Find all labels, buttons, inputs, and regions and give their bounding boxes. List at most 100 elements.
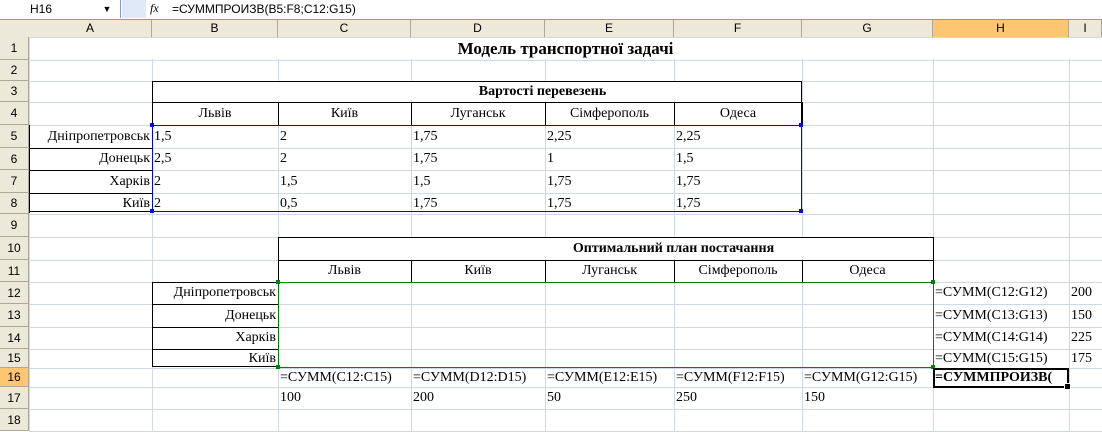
row-header-6[interactable]: 6 (0, 148, 29, 170)
plan-header[interactable]: Київ (411, 260, 545, 282)
column-header-C[interactable]: C (278, 20, 411, 37)
name-box[interactable]: H16 ▼ (0, 0, 121, 18)
cell-border (29, 148, 152, 149)
costs-row-label[interactable]: Харків (29, 170, 152, 193)
plan-row-label[interactable]: Донецьк (152, 304, 278, 327)
range-handle[interactable] (150, 123, 154, 127)
costs-row-label[interactable]: Дніпропетровськ (29, 125, 152, 148)
plan-row-label[interactable]: Харків (152, 327, 278, 349)
cell-border (152, 282, 278, 283)
column-header-H[interactable]: H (933, 20, 1069, 37)
costs-value[interactable]: 1,75 (411, 148, 545, 170)
plan-col-sum[interactable]: =СУММ(E12:E15) (545, 368, 674, 387)
costs-value[interactable]: 1,5 (278, 170, 411, 193)
row-header-2[interactable]: 2 (0, 60, 29, 81)
plan-row-sum[interactable]: =СУММ(C12:G12) (933, 282, 1069, 304)
range-handle[interactable] (276, 280, 280, 284)
costs-header[interactable]: Луганськ (411, 102, 545, 125)
sheet-title[interactable]: Модель транспортної задачі (29, 37, 1102, 60)
costs-value[interactable]: 1,75 (545, 170, 674, 193)
row-header-5[interactable]: 5 (0, 125, 29, 148)
column-header-B[interactable]: B (152, 20, 278, 37)
costs-title[interactable]: Вартості перевезень (152, 81, 933, 102)
costs-value[interactable]: 2,25 (674, 125, 802, 148)
costs-value[interactable]: 1,75 (674, 170, 802, 193)
costs-value[interactable]: 1,75 (411, 125, 545, 148)
range-handle[interactable] (931, 280, 935, 284)
costs-header[interactable]: Одеса (674, 102, 802, 125)
row-header-7[interactable]: 7 (0, 170, 29, 193)
costs-value[interactable]: 2 (278, 148, 411, 170)
plan-col-sum[interactable]: =СУММ(F12:F15) (674, 368, 802, 387)
supply-value[interactable]: 150 (1069, 304, 1102, 327)
costs-value[interactable]: 1,5 (152, 125, 278, 148)
costs-value[interactable]: 2,5 (152, 148, 278, 170)
cell-border (278, 260, 934, 261)
demand-value[interactable]: 200 (411, 387, 545, 409)
costs-value[interactable]: 1,5 (674, 148, 802, 170)
plan-header[interactable]: Одеса (802, 260, 933, 282)
plan-header[interactable]: Луганськ (545, 260, 674, 282)
plan-row-label[interactable]: Дніпропетровськ (152, 282, 278, 304)
column-header-G[interactable]: G (802, 20, 933, 37)
column-headers: ABCDEFGHI (0, 20, 1102, 38)
costs-header[interactable]: Львів (152, 102, 278, 125)
range-handle[interactable] (799, 209, 803, 213)
costs-value[interactable]: 1 (545, 148, 674, 170)
column-header-I[interactable]: I (1069, 20, 1102, 37)
supply-value[interactable]: 175 (1069, 349, 1102, 368)
plan-col-sum[interactable]: =СУММ(D12:D15) (411, 368, 545, 387)
costs-row-label[interactable]: Донецьк (29, 148, 152, 170)
row-header-9[interactable]: 9 (0, 214, 29, 237)
plan-row-sum[interactable]: =СУММ(C15:G15) (933, 349, 1069, 368)
plan-header[interactable]: Сімферополь (674, 260, 802, 282)
gridline-h (29, 60, 1102, 61)
row-header-1[interactable]: 1 (0, 37, 29, 60)
active-cell-H16[interactable] (933, 368, 1071, 390)
costs-value[interactable]: 2 (278, 125, 411, 148)
demand-value[interactable]: 100 (278, 387, 411, 409)
plan-header[interactable]: Львів (278, 260, 411, 282)
costs-value[interactable]: 2 (152, 170, 278, 193)
demand-value[interactable]: 50 (545, 387, 674, 409)
formula-input[interactable]: =СУММПРОИЗВ(B5:F8;C12:G15) (172, 2, 356, 16)
row-header-10[interactable]: 10 (0, 237, 29, 260)
demand-value[interactable]: 150 (802, 387, 933, 409)
cell-border (674, 260, 675, 282)
row-header-3[interactable]: 3 (0, 81, 29, 102)
plan-col-sum[interactable]: =СУММ(G12:G15) (802, 368, 933, 387)
plan-row-sum[interactable]: =СУММ(C14:G14) (933, 327, 1069, 349)
row-header-16[interactable]: 16 (0, 368, 29, 387)
plan-title[interactable]: Оптимальний план постачання (278, 237, 1069, 260)
row-header-11[interactable]: 11 (0, 260, 29, 282)
fx-icon[interactable]: fx (150, 1, 159, 16)
supply-value[interactable]: 225 (1069, 327, 1102, 349)
row-header-18[interactable]: 18 (0, 409, 29, 431)
row-header-14[interactable]: 14 (0, 327, 29, 349)
costs-value[interactable]: 2,25 (545, 125, 674, 148)
demand-value[interactable]: 250 (674, 387, 802, 409)
plan-row-sum[interactable]: =СУММ(C13:G13) (933, 304, 1069, 327)
costs-header[interactable]: Сімферополь (545, 102, 674, 125)
column-header-D[interactable]: D (411, 20, 545, 37)
row-header-8[interactable]: 8 (0, 193, 29, 214)
row-header-13[interactable]: 13 (0, 304, 29, 327)
supply-value[interactable]: 200 (1069, 282, 1102, 304)
costs-value[interactable]: 1,5 (411, 170, 545, 193)
cell-border (152, 81, 802, 82)
costs-header[interactable]: Київ (278, 102, 411, 125)
row-header-4[interactable]: 4 (0, 102, 29, 125)
range-handle[interactable] (150, 209, 154, 213)
range-handle[interactable] (276, 365, 280, 369)
row-header-15[interactable]: 15 (0, 349, 29, 368)
range-handle[interactable] (799, 123, 803, 127)
chevron-down-icon[interactable]: ▼ (96, 0, 118, 18)
column-header-E[interactable]: E (545, 20, 674, 37)
column-header-A[interactable]: A (29, 20, 152, 37)
row-header-12[interactable]: 12 (0, 282, 29, 304)
plan-col-sum[interactable]: =СУММ(C12:C15) (278, 368, 411, 387)
cell-border (278, 367, 934, 368)
row-header-17[interactable]: 17 (0, 387, 29, 409)
fill-handle[interactable] (1064, 383, 1071, 390)
column-header-F[interactable]: F (674, 20, 802, 37)
